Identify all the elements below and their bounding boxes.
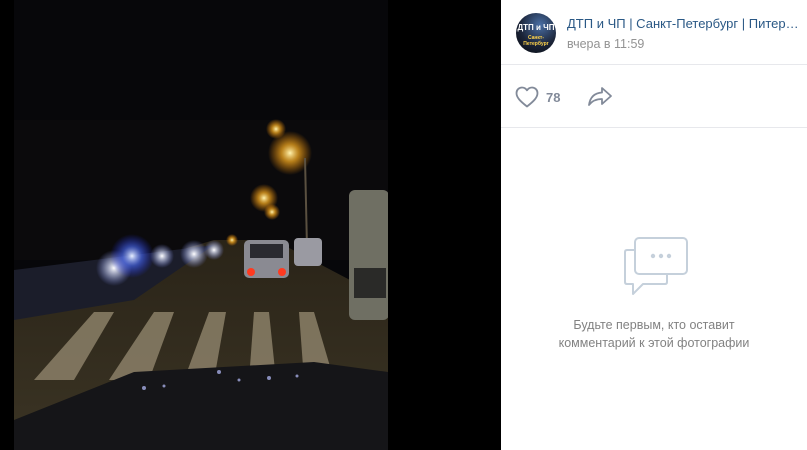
photo-sidebar: ДТП и ЧП Санкт-Петербург ДТП и ЧП | Санк…	[501, 0, 807, 450]
avatar[interactable]: ДТП и ЧП Санкт-Петербург	[516, 13, 556, 53]
night-road-photo	[14, 0, 388, 450]
like-button[interactable]: 78	[515, 85, 560, 109]
empty-text-line2: комментарий к этой фотографии	[558, 336, 750, 350]
post-time-link[interactable]: вчера в 11:59	[567, 37, 644, 51]
comments-icon	[624, 237, 688, 295]
owner-name-link[interactable]: ДТП и ЧП | Санкт-Петербург | Питер Онлай…	[567, 16, 799, 31]
photo-viewer	[0, 0, 501, 450]
owner-header: ДТП и ЧП Санкт-Петербург ДТП и ЧП | Санк…	[501, 0, 807, 65]
share-arrow-icon	[588, 87, 612, 106]
share-button[interactable]	[587, 84, 615, 108]
heart-icon	[515, 86, 539, 108]
empty-text-line1: Будьте первым, кто оставит	[573, 318, 735, 332]
photo[interactable]	[14, 0, 388, 450]
comments-empty-text: Будьте первым, кто оставит комментарий к…	[531, 316, 777, 352]
avatar-label: ДТП и ЧП	[517, 23, 555, 32]
avatar-sublabel: Санкт-Петербург	[523, 35, 549, 47]
like-count: 78	[546, 89, 561, 105]
actions-bar: 78	[501, 65, 807, 128]
comments-empty-state: Будьте первым, кто оставит комментарий к…	[501, 128, 807, 450]
